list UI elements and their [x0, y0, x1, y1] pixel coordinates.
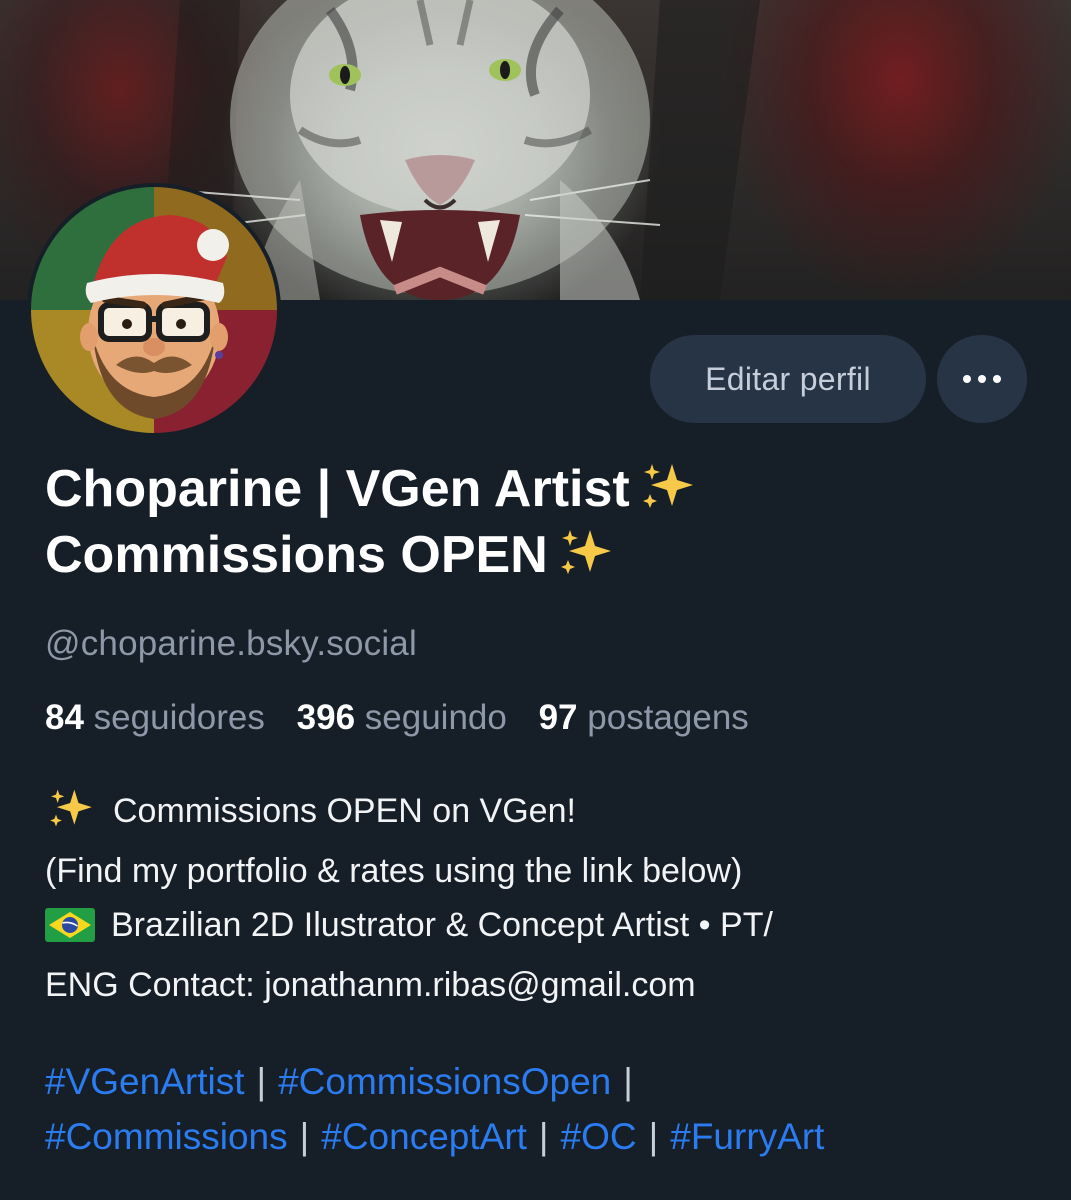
hashtag-link[interactable]: #VGenArtist — [45, 1061, 244, 1102]
posts-stat: 97 postagens — [538, 698, 749, 737]
separator: | — [299, 1116, 310, 1157]
hashtag-link[interactable]: #CommissionsOpen — [278, 1061, 611, 1102]
separator: | — [256, 1061, 267, 1102]
bio-hashtags: #VGenArtist | #CommissionsOpen | #Commissio… — [45, 1054, 1035, 1164]
display-name-line1: Choparine | VGen Artist — [45, 460, 630, 518]
edit-profile-label: Editar perfil — [705, 360, 871, 397]
hashtag-link[interactable]: #OC — [561, 1116, 637, 1157]
profile-bio: Commissions OPEN on VGen! (Find my portf… — [45, 784, 1035, 1012]
avatar[interactable] — [27, 183, 281, 437]
profile-handle: @choparine.bsky.social — [45, 624, 417, 663]
hashtag-link[interactable]: #Commissions — [45, 1116, 288, 1157]
edit-profile-button[interactable]: Editar perfil — [650, 335, 926, 423]
followers-stat[interactable]: 84 seguidores — [45, 698, 265, 737]
hashtag-link[interactable]: #FurryArt — [670, 1116, 824, 1157]
bio-line-2: (Find my portfolio & rates using the lin… — [45, 852, 743, 890]
brazil-flag-icon — [45, 904, 95, 958]
bio-line-1: Commissions OPEN on VGen! — [113, 792, 576, 830]
sparkles-icon — [45, 788, 97, 844]
sparkles-icon — [640, 462, 696, 524]
bio-line-3: Brazilian 2D Ilustrator & Concept Artist… — [111, 906, 773, 944]
separator: | — [648, 1116, 659, 1157]
more-options-button[interactable] — [937, 335, 1027, 423]
separator: | — [538, 1116, 549, 1157]
display-name: Choparine | VGen Artist Commissions OPEN — [45, 458, 1005, 590]
ellipsis-icon — [960, 370, 1005, 388]
display-name-line2: Commissions OPEN — [45, 526, 548, 584]
avatar-image — [31, 187, 277, 433]
bio-line-4: ENG Contact: jonathanm.ribas@gmail.com — [45, 966, 696, 1004]
following-stat[interactable]: 396 seguindo — [297, 698, 507, 737]
separator: | — [623, 1061, 633, 1102]
hashtag-link[interactable]: #ConceptArt — [321, 1116, 527, 1157]
profile-stats: 84 seguidores 396 seguindo 97 postagens — [45, 698, 771, 738]
sparkles-icon — [558, 528, 614, 590]
profile-page: Editar perfil Choparine | VGen Artist Co… — [0, 0, 1071, 1200]
